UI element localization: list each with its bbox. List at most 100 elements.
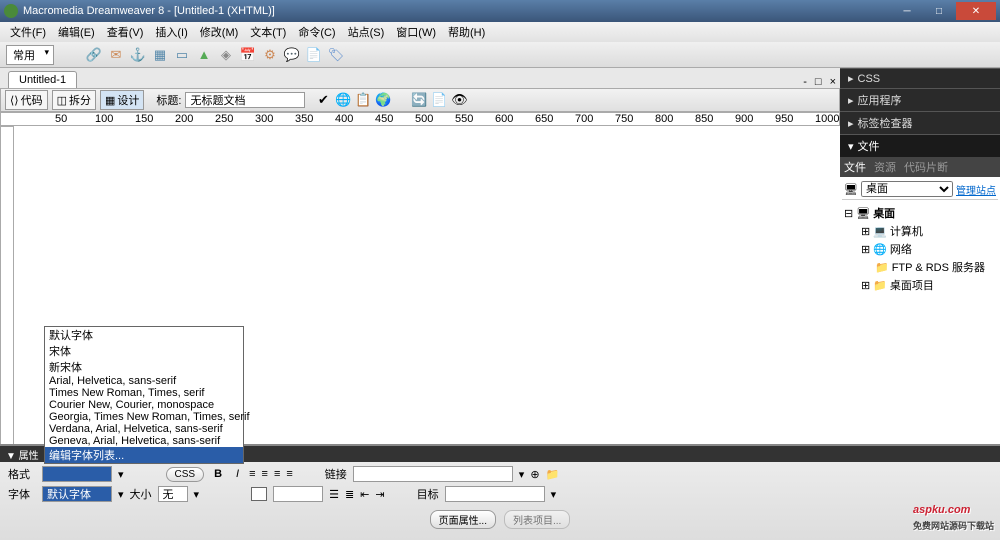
ruler-vertical xyxy=(0,126,14,472)
tab-snippets[interactable]: 代码片断 xyxy=(904,159,948,175)
tree-item[interactable]: ⊞🌐网络 xyxy=(844,240,996,258)
browser-check-icon[interactable]: 🌐 xyxy=(335,92,351,108)
panel-application[interactable]: ▸应用程序 xyxy=(840,88,1000,111)
font-option[interactable]: Arial, Helvetica, sans-serif xyxy=(45,375,243,387)
align-right-icon[interactable]: ≡ xyxy=(274,468,280,480)
document-tab[interactable]: Untitled-1 xyxy=(8,71,77,88)
panel-tag-inspector[interactable]: ▸标签检查器 xyxy=(840,111,1000,134)
browse-folder-icon[interactable]: 📁 xyxy=(546,468,560,481)
align-center-icon[interactable]: ≡ xyxy=(262,468,268,480)
server-icon[interactable]: ⚙ xyxy=(262,47,278,63)
font-option[interactable]: Geneva, Arial, Helvetica, sans-serif xyxy=(45,435,243,447)
panel-css[interactable]: ▸CSS xyxy=(840,68,1000,88)
size-select[interactable] xyxy=(158,486,188,502)
link-input[interactable] xyxy=(353,466,513,482)
templates-icon[interactable]: 📄 xyxy=(306,47,322,63)
title-input[interactable] xyxy=(185,92,305,108)
div-icon[interactable]: ▭ xyxy=(174,47,190,63)
outdent-icon[interactable]: ⇤ xyxy=(360,488,369,501)
table-icon[interactable]: ▦ xyxy=(152,47,168,63)
tree-item[interactable]: ⊞📁桌面项目 xyxy=(844,276,996,294)
watermark: aspku.com 免费网站源码下载站 xyxy=(913,493,994,532)
validate-icon[interactable]: ✔ xyxy=(315,92,331,108)
doc-close-icon[interactable]: × xyxy=(826,76,840,88)
close-button[interactable]: ✕ xyxy=(956,2,996,20)
view-options-icon[interactable]: 📄 xyxy=(431,92,447,108)
chevron-down-icon[interactable]: ▾ xyxy=(118,468,124,481)
file-tree: ⊟🖥桌面 ⊞💻计算机 ⊞🌐网络 📁FTP & RDS 服务器 ⊞📁桌面项目 xyxy=(842,200,998,298)
link-label: 链接 xyxy=(325,466,347,482)
point-to-file-icon[interactable]: ⊕ xyxy=(530,468,539,481)
font-select[interactable] xyxy=(42,486,112,502)
chevron-down-icon: ▾ xyxy=(848,140,854,153)
date-icon[interactable]: 📅 xyxy=(240,47,256,63)
tab-files[interactable]: 文件 xyxy=(844,159,866,175)
file-mgmt-icon[interactable]: 📋 xyxy=(355,92,371,108)
font-option[interactable]: 宋体 xyxy=(45,343,243,359)
tab-assets[interactable]: 资源 xyxy=(874,159,896,175)
align-justify-icon[interactable]: ≡ xyxy=(286,468,292,480)
tag-icon[interactable]: 🏷 xyxy=(328,47,344,63)
menu-modify[interactable]: 修改(M) xyxy=(194,22,245,42)
chevron-down-icon[interactable]: ▾ xyxy=(118,488,124,501)
tree-item[interactable]: ⊞💻计算机 xyxy=(844,222,996,240)
list-ul-icon[interactable]: ☰ xyxy=(329,488,339,501)
email-icon[interactable]: ✉ xyxy=(108,47,124,63)
css-button[interactable]: CSS xyxy=(166,467,205,482)
tree-root[interactable]: ⊟🖥桌面 xyxy=(844,204,996,222)
bold-button[interactable]: B xyxy=(210,468,226,480)
font-option[interactable]: 新宋体 xyxy=(45,359,243,375)
doc-restore-icon[interactable]: □ xyxy=(811,76,826,88)
anchor-icon[interactable]: ⚓ xyxy=(130,47,146,63)
font-option[interactable]: Georgia, Times New Roman, Times, serif xyxy=(45,411,243,423)
chevron-down-icon[interactable]: ▾ xyxy=(194,488,200,501)
chevron-down-icon[interactable]: ▾ xyxy=(551,488,557,501)
manage-sites-link[interactable]: 管理站点 xyxy=(956,182,996,197)
format-label: 格式 xyxy=(8,466,36,482)
chevron-down-icon[interactable]: ▾ xyxy=(519,468,525,481)
font-option[interactable]: 默认字体 xyxy=(45,327,243,343)
color-swatch[interactable] xyxy=(251,487,267,501)
panel-files[interactable]: ▾文件 xyxy=(840,134,1000,157)
preview-icon[interactable]: 🌍 xyxy=(375,92,391,108)
format-select[interactable] xyxy=(42,466,112,482)
toolbar-category-dropdown[interactable]: 常用 xyxy=(6,45,54,65)
color-input[interactable] xyxy=(273,486,323,502)
menu-insert[interactable]: 插入(I) xyxy=(149,22,193,42)
menu-commands[interactable]: 命令(C) xyxy=(292,22,341,42)
tree-item[interactable]: 📁FTP & RDS 服务器 xyxy=(844,258,996,276)
list-ol-icon[interactable]: ≣ xyxy=(345,488,354,501)
indent-icon[interactable]: ⇥ xyxy=(375,488,384,501)
image-icon[interactable]: ▲ xyxy=(196,47,212,63)
menu-site[interactable]: 站点(S) xyxy=(342,22,391,42)
visual-aids-icon[interactable]: 👁 xyxy=(451,92,467,108)
menu-view[interactable]: 查看(V) xyxy=(101,22,150,42)
comment-icon[interactable]: 💬 xyxy=(284,47,300,63)
desktop-icon: 🖥 xyxy=(856,207,870,220)
site-dropdown[interactable]: 桌面 xyxy=(861,181,953,197)
menu-text[interactable]: 文本(T) xyxy=(244,22,292,42)
list-items-button[interactable]: 列表项目... xyxy=(504,510,570,529)
size-label: 大小 xyxy=(130,486,152,502)
menu-window[interactable]: 窗口(W) xyxy=(390,22,442,42)
code-view-button[interactable]: ⟨⟩代码 xyxy=(5,90,48,110)
align-left-icon[interactable]: ≡ xyxy=(249,468,255,480)
split-view-button[interactable]: ◫拆分 xyxy=(52,90,96,110)
font-option[interactable]: Verdana, Arial, Helvetica, sans-serif xyxy=(45,423,243,435)
hyperlink-icon[interactable]: 🔗 xyxy=(86,47,102,63)
doc-minimize-icon[interactable]: - xyxy=(799,76,811,88)
italic-button[interactable]: I xyxy=(232,468,243,480)
menu-edit[interactable]: 编辑(E) xyxy=(52,22,101,42)
font-option[interactable]: Times New Roman, Times, serif xyxy=(45,387,243,399)
design-view-button[interactable]: ▦设计 xyxy=(100,90,144,110)
font-option[interactable]: Courier New, Courier, monospace xyxy=(45,399,243,411)
menu-help[interactable]: 帮助(H) xyxy=(442,22,491,42)
menu-file[interactable]: 文件(F) xyxy=(4,22,52,42)
maximize-button[interactable]: □ xyxy=(924,2,954,20)
target-select[interactable] xyxy=(445,486,545,502)
minimize-button[interactable]: ─ xyxy=(892,2,922,20)
page-properties-button[interactable]: 页面属性... xyxy=(430,510,496,529)
refresh-icon[interactable]: 🔄 xyxy=(411,92,427,108)
media-icon[interactable]: ◈ xyxy=(218,47,234,63)
edit-font-list-option[interactable]: 编辑字体列表... xyxy=(45,447,243,463)
